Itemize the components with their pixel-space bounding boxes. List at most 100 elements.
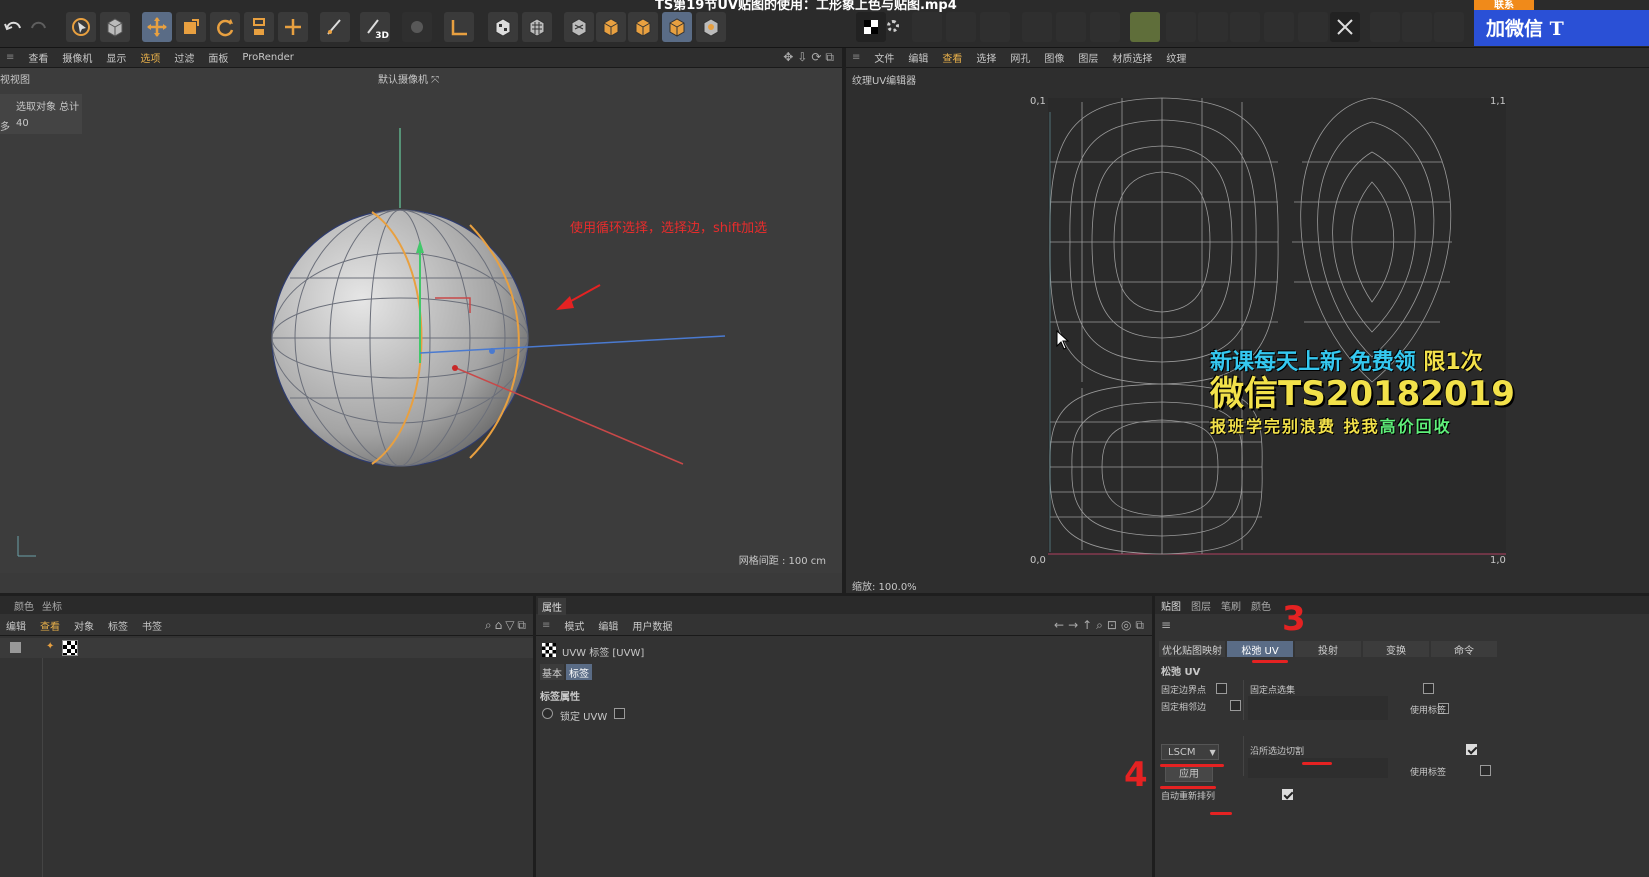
workplane-icon[interactable] — [444, 12, 474, 42]
use-tag-b-checkbox[interactable] — [1480, 765, 1492, 776]
objects-tab-color[interactable]: 颜色 — [14, 598, 34, 613]
uv-menu-material-select[interactable]: 材质选择 — [1112, 50, 1152, 65]
object-mode-icon[interactable] — [628, 12, 658, 42]
objects-menu-view[interactable]: 查看 — [40, 618, 60, 633]
object-tag-icon[interactable]: ✦ — [46, 641, 56, 653]
viewport-area[interactable]: 视视图 默认摄像机 ⤧ 选取对象 总计 多 40 使用循环选择，选择边，shif… — [0, 68, 842, 573]
menu-display[interactable]: 显示 — [106, 50, 126, 65]
brush-icon[interactable] — [320, 12, 350, 42]
objects-row[interactable] — [0, 638, 533, 658]
uv-tools-tab-layer[interactable]: 图层 — [1191, 598, 1211, 613]
uv-tool-j-icon[interactable] — [1230, 12, 1260, 42]
uv-tool-g-icon[interactable] — [1130, 12, 1160, 42]
uv-tool-k-icon[interactable] — [1264, 12, 1294, 42]
uv-tool-f-icon[interactable] — [1090, 12, 1120, 42]
pin-points-field[interactable] — [1248, 696, 1388, 720]
gear-icon[interactable] — [887, 20, 899, 32]
menu-prorender[interactable]: ProRender — [242, 52, 293, 63]
uv-tool-p-icon[interactable] — [1434, 12, 1464, 42]
menu-camera[interactable]: 摄像机 — [62, 50, 92, 65]
uv-tools-tab-map[interactable]: 贴图 — [1161, 598, 1181, 613]
uv-tool-a-icon[interactable] — [912, 12, 942, 42]
uv-subtab-optimize[interactable]: 优化贴图映射 — [1159, 641, 1225, 657]
uv-menu-select[interactable]: 选择 — [976, 50, 996, 65]
move-icon[interactable] — [142, 12, 172, 42]
viewport-nav-icons[interactable]: ✥⇩⟳⧉ — [783, 50, 838, 65]
uv-tool-o-icon[interactable] — [1402, 12, 1432, 42]
sphere-scene[interactable] — [0, 68, 842, 573]
attributes-nav-icons[interactable]: ←→↑⌕⊡◎⧉ — [1054, 618, 1148, 633]
edge-snap-icon[interactable] — [244, 12, 274, 42]
uv-menu-icon[interactable]: ≡ — [852, 52, 860, 63]
attributes-subtab-basic[interactable]: 基本 — [540, 664, 564, 680]
objects-menu-object[interactable]: 对象 — [74, 618, 94, 633]
uv-tool-h-icon[interactable] — [1166, 12, 1196, 42]
uv-subtab-command[interactable]: 命令 — [1431, 641, 1497, 657]
objects-menu-tag[interactable]: 标签 — [108, 618, 128, 633]
uv-menu-file[interactable]: 文件 — [874, 50, 894, 65]
uv-menu-layer[interactable]: 图层 — [1078, 50, 1098, 65]
model-mode-icon[interactable] — [100, 12, 130, 42]
auto-realign-checkbox[interactable] — [1281, 789, 1293, 800]
uv-menu-edit[interactable]: 编辑 — [908, 50, 928, 65]
cube-mode-icon[interactable] — [596, 12, 626, 42]
attributes-menu-userdata[interactable]: 用户数据 — [632, 618, 672, 633]
cut-edges-field[interactable] — [1248, 758, 1388, 778]
apply-button[interactable]: 应用 — [1165, 766, 1213, 782]
uv-subtab-relax[interactable]: 松弛 UV — [1227, 641, 1293, 657]
lock-uvw-checkbox[interactable] — [614, 708, 625, 719]
uv-tools-tab-brush[interactable]: 笔刷 — [1221, 598, 1241, 613]
attributes-subtab-tag[interactable]: 标签 — [566, 664, 592, 680]
uv-tool-m-icon[interactable] — [1330, 12, 1360, 42]
objects-menu-bookmark[interactable]: 书签 — [142, 618, 162, 633]
attributes-menu-edit[interactable]: 编辑 — [598, 618, 618, 633]
pin-border-checkbox[interactable] — [1216, 683, 1227, 694]
uv-tools-menu-icon[interactable]: ≡ — [1161, 618, 1171, 632]
add-icon[interactable] — [278, 12, 308, 42]
cut-edges-checkbox[interactable] — [1465, 744, 1477, 755]
attributes-menu-icon[interactable]: ≡ — [542, 620, 550, 631]
polygon-alt-icon[interactable] — [696, 12, 726, 42]
uv-tools-tab-color[interactable]: 颜色 — [1251, 598, 1271, 613]
uv-tool-l-icon[interactable] — [1298, 12, 1328, 42]
uv-subtab-transform[interactable]: 变换 — [1363, 641, 1429, 657]
checker-icon[interactable] — [856, 12, 886, 42]
menu-view[interactable]: 查看 — [28, 50, 48, 65]
live-select-icon[interactable] — [66, 12, 96, 42]
rotate-icon[interactable] — [210, 12, 240, 42]
mode-select[interactable]: LSCM ▼ — [1161, 744, 1219, 760]
uv-tool-e-icon[interactable] — [1056, 12, 1086, 42]
objects-tab-coord[interactable]: 坐标 — [42, 598, 62, 613]
objects-menu-edit[interactable]: 编辑 — [6, 618, 26, 633]
redo-icon[interactable] — [28, 16, 50, 38]
uv-polygons-icon[interactable] — [522, 12, 552, 42]
uv-points-icon[interactable] — [488, 12, 518, 42]
uv-tool-i-icon[interactable] — [1198, 12, 1228, 42]
uv-subtab-project[interactable]: 投射 — [1295, 641, 1361, 657]
menu-panel[interactable]: 面板 — [208, 50, 228, 65]
viewport-menu-icon[interactable]: ≡ — [6, 52, 14, 63]
uv-menu-mesh[interactable]: 网孔 — [1010, 50, 1030, 65]
uv-menu-image[interactable]: 图像 — [1044, 50, 1064, 65]
uv-tool-c-icon[interactable] — [980, 12, 1010, 42]
menu-options[interactable]: 选项 — [140, 50, 160, 65]
undo-icon[interactable] — [2, 16, 24, 38]
uv-tool-b-icon[interactable] — [946, 12, 976, 42]
polygon-mode-icon[interactable] — [564, 12, 594, 42]
attributes-tab[interactable]: 属性 — [538, 598, 566, 615]
pin-neighbors-checkbox[interactable] — [1230, 700, 1242, 711]
lock-uvw-radio[interactable] — [542, 708, 553, 719]
object-uvw-tag-icon[interactable] — [62, 640, 78, 656]
scale-icon[interactable] — [176, 12, 206, 42]
uv-tool-d-icon[interactable] — [1022, 12, 1052, 42]
pin-points-checkbox[interactable] — [1423, 683, 1435, 694]
uv-menu-texture[interactable]: 纹理 — [1166, 50, 1186, 65]
object-axis-icon[interactable] — [402, 12, 432, 42]
objects-search-icons[interactable]: ⌕⌂▽⧉ — [485, 618, 529, 633]
object-visibility-icon[interactable] — [10, 642, 21, 653]
uv-menu-view[interactable]: 查看 — [942, 50, 962, 65]
attributes-menu-mode[interactable]: 模式 — [564, 618, 584, 633]
uv-tool-n-icon[interactable] — [1370, 12, 1400, 42]
paint-3d-icon[interactable]: 3D — [360, 12, 390, 42]
uv-mesh[interactable] — [1042, 92, 1512, 562]
